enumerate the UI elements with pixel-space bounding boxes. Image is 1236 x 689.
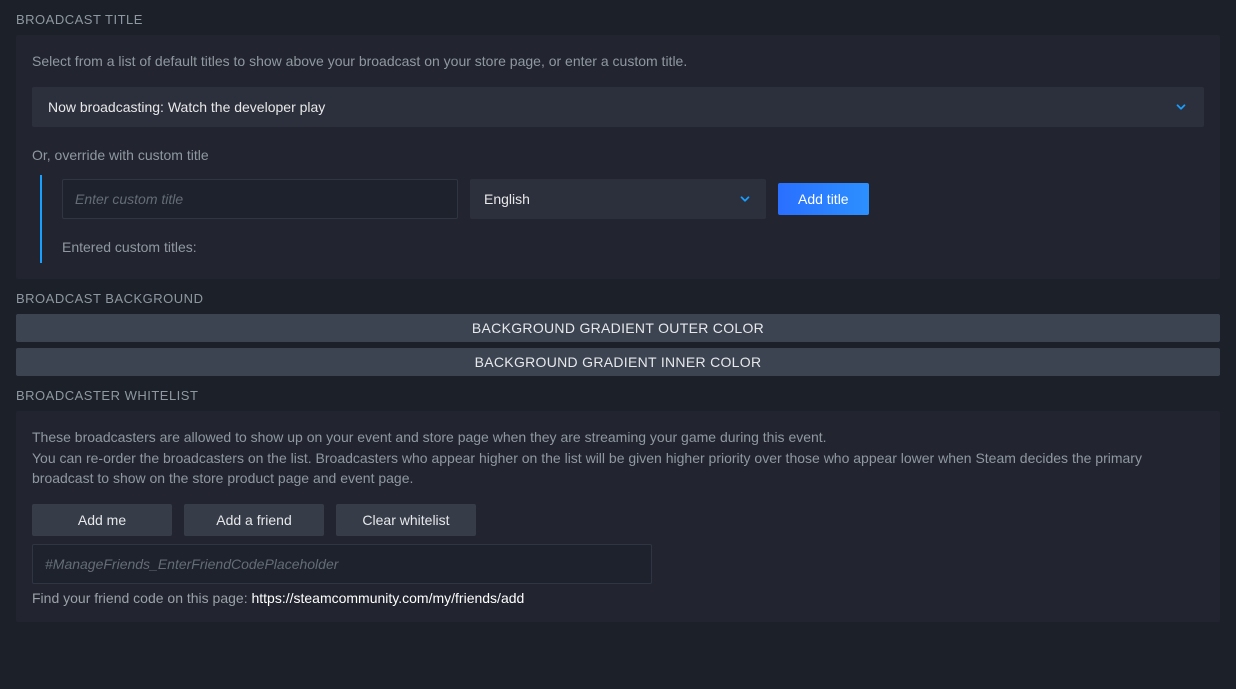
add-me-button[interactable]: Add me: [32, 504, 172, 536]
add-title-button[interactable]: Add title: [778, 183, 869, 215]
whitelist-help-2: You can re-order the broadcasters on the…: [32, 448, 1204, 489]
section-broadcast-title: BROADCAST TITLE: [16, 12, 1220, 27]
friend-code-input[interactable]: [32, 544, 652, 584]
entered-titles-label: Entered custom titles:: [62, 239, 1204, 255]
chevron-down-icon: [1174, 100, 1188, 114]
inner-color-button[interactable]: BACKGROUND GRADIENT INNER COLOR: [16, 348, 1220, 376]
section-broadcast-background: BROADCAST BACKGROUND: [16, 291, 1220, 306]
chevron-down-icon: [738, 192, 752, 206]
whitelist-panel: These broadcasters are allowed to show u…: [16, 411, 1220, 622]
broadcast-title-help: Select from a list of default titles to …: [32, 51, 1204, 71]
broadcast-title-panel: Select from a list of default titles to …: [16, 35, 1220, 279]
whitelist-help-1: These broadcasters are allowed to show u…: [32, 427, 1204, 447]
clear-whitelist-button[interactable]: Clear whitelist: [336, 504, 476, 536]
broadcast-title-select[interactable]: Now broadcasting: Watch the developer pl…: [32, 87, 1204, 127]
custom-title-block: English Add title Entered custom titles:: [40, 175, 1204, 263]
add-friend-button[interactable]: Add a friend: [184, 504, 324, 536]
friend-code-link[interactable]: https://steamcommunity.com/my/friends/ad…: [251, 590, 524, 606]
broadcast-title-selected: Now broadcasting: Watch the developer pl…: [48, 99, 325, 115]
custom-title-input[interactable]: [62, 179, 458, 219]
section-broadcaster-whitelist: BROADCASTER WHITELIST: [16, 388, 1220, 403]
friend-code-help-prefix: Find your friend code on this page:: [32, 590, 251, 606]
language-selected: English: [484, 191, 530, 207]
friend-code-help: Find your friend code on this page: http…: [32, 590, 1204, 606]
language-select[interactable]: English: [470, 179, 766, 219]
override-label: Or, override with custom title: [32, 147, 1204, 163]
outer-color-button[interactable]: BACKGROUND GRADIENT OUTER COLOR: [16, 314, 1220, 342]
